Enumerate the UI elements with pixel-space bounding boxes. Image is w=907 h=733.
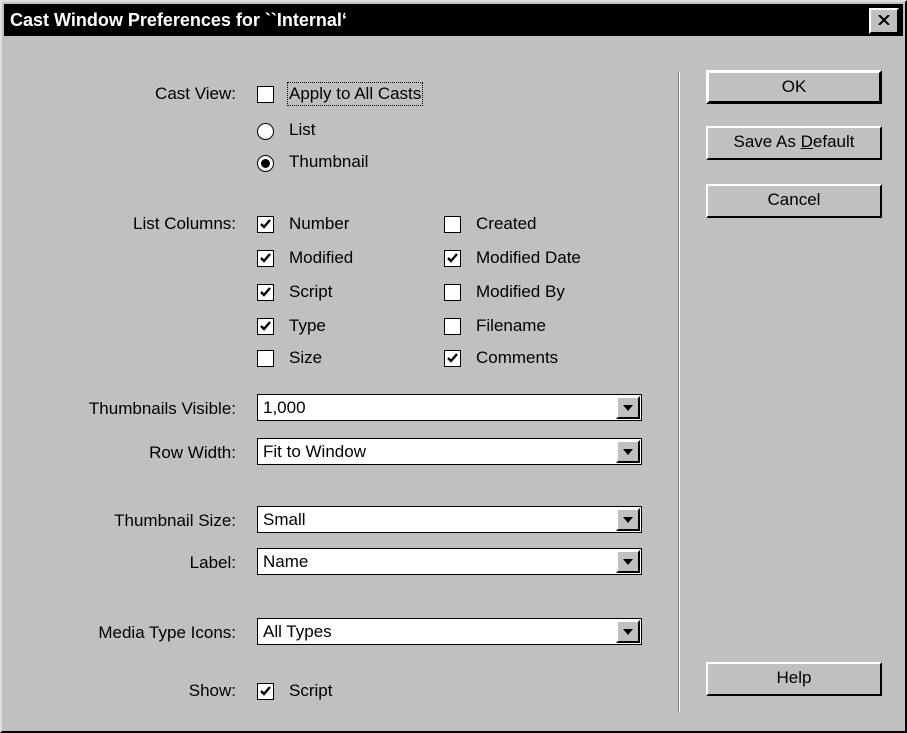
comments-label[interactable]: Comments	[476, 348, 558, 368]
list-radio-label[interactable]: List	[289, 120, 315, 140]
checkmark-icon	[260, 219, 271, 229]
list-columns-label: List Columns:	[133, 214, 236, 233]
modified-date-label[interactable]: Modified Date	[476, 248, 581, 268]
label-select[interactable]: Name	[257, 548, 642, 575]
save-as-default-suffix: efault	[812, 132, 855, 151]
close-button[interactable]	[869, 8, 899, 34]
comments-checkbox[interactable]	[444, 350, 461, 367]
chevron-down-icon	[623, 559, 633, 565]
chevron-down-icon	[623, 629, 633, 635]
save-as-default-prefix: Save As	[733, 132, 801, 151]
thumbnail-size-select[interactable]: Small	[257, 506, 642, 533]
checkmark-icon	[447, 253, 458, 263]
label-value: Name	[263, 552, 309, 571]
number-label[interactable]: Number	[289, 214, 349, 234]
label-field-label: Label:	[189, 553, 236, 572]
cancel-button[interactable]: Cancel	[706, 184, 882, 218]
thumbnail-size-dropdown-button[interactable]	[616, 508, 640, 531]
show-label: Show:	[188, 681, 236, 700]
show-script-checkbox[interactable]	[257, 683, 274, 700]
media-type-icons-dropdown-button[interactable]	[616, 620, 640, 643]
created-label[interactable]: Created	[476, 214, 536, 234]
modified-label[interactable]: Modified	[289, 248, 353, 268]
checkmark-icon	[260, 321, 271, 331]
media-type-icons-label: Media Type Icons:	[98, 623, 236, 642]
size-checkbox[interactable]	[257, 350, 274, 367]
script-column-checkbox[interactable]	[257, 284, 274, 301]
script-column-label[interactable]: Script	[289, 282, 332, 302]
chevron-down-icon	[623, 517, 633, 523]
checkmark-icon	[260, 253, 271, 263]
vertical-separator	[678, 72, 680, 712]
type-label[interactable]: Type	[289, 316, 326, 336]
checkmark-icon	[260, 287, 271, 297]
list-radio[interactable]	[257, 123, 274, 140]
thumbnail-radio[interactable]	[257, 155, 274, 172]
close-icon	[878, 15, 890, 25]
thumbnail-size-value: Small	[263, 510, 306, 529]
size-label[interactable]: Size	[289, 348, 322, 368]
chevron-down-icon	[623, 449, 633, 455]
filename-checkbox[interactable]	[444, 318, 461, 335]
help-button[interactable]: Help	[706, 662, 882, 696]
checkmark-icon	[447, 353, 458, 363]
thumbnails-visible-dropdown-button[interactable]	[616, 396, 640, 419]
filename-label[interactable]: Filename	[476, 316, 546, 336]
save-as-default-mnemonic: D	[800, 132, 813, 151]
number-checkbox[interactable]	[257, 216, 274, 233]
chevron-down-icon	[623, 405, 633, 411]
save-as-default-button[interactable]: Save As Default	[706, 126, 882, 160]
cast-view-label: Cast View:	[155, 84, 236, 103]
radio-selected-dot	[261, 159, 270, 168]
ok-button[interactable]: OK	[706, 70, 882, 104]
window-title: Cast Window Preferences for ``Internal‘	[10, 10, 347, 30]
title-bar: Cast Window Preferences for ``Internal‘	[4, 4, 903, 36]
type-checkbox[interactable]	[257, 318, 274, 335]
modified-by-checkbox[interactable]	[444, 284, 461, 301]
modified-checkbox[interactable]	[257, 250, 274, 267]
cast-window-preferences-dialog: Cast Window Preferences for ``Internal‘ …	[0, 0, 907, 733]
row-width-label: Row Width:	[149, 443, 236, 462]
media-type-icons-value: All Types	[263, 622, 332, 641]
thumbnails-visible-value: 1,000	[263, 398, 306, 417]
label-dropdown-button[interactable]	[616, 550, 640, 573]
apply-to-all-casts-label[interactable]: Apply to All Casts	[286, 82, 424, 106]
media-type-icons-select[interactable]: All Types	[257, 618, 642, 645]
row-width-select[interactable]: Fit to Window	[257, 438, 642, 465]
checkmark-icon	[260, 686, 271, 696]
show-script-label[interactable]: Script	[289, 681, 332, 701]
thumbnail-size-label: Thumbnail Size:	[114, 511, 236, 530]
apply-to-all-casts-checkbox[interactable]	[257, 86, 274, 103]
modified-date-checkbox[interactable]	[444, 250, 461, 267]
created-checkbox[interactable]	[444, 216, 461, 233]
thumbnails-visible-select[interactable]: 1,000	[257, 394, 642, 421]
thumbnails-visible-label: Thumbnails Visible:	[88, 399, 236, 418]
row-width-value: Fit to Window	[263, 442, 366, 461]
row-width-dropdown-button[interactable]	[616, 440, 640, 463]
modified-by-label[interactable]: Modified By	[476, 282, 565, 302]
thumbnail-radio-label[interactable]: Thumbnail	[289, 152, 368, 172]
